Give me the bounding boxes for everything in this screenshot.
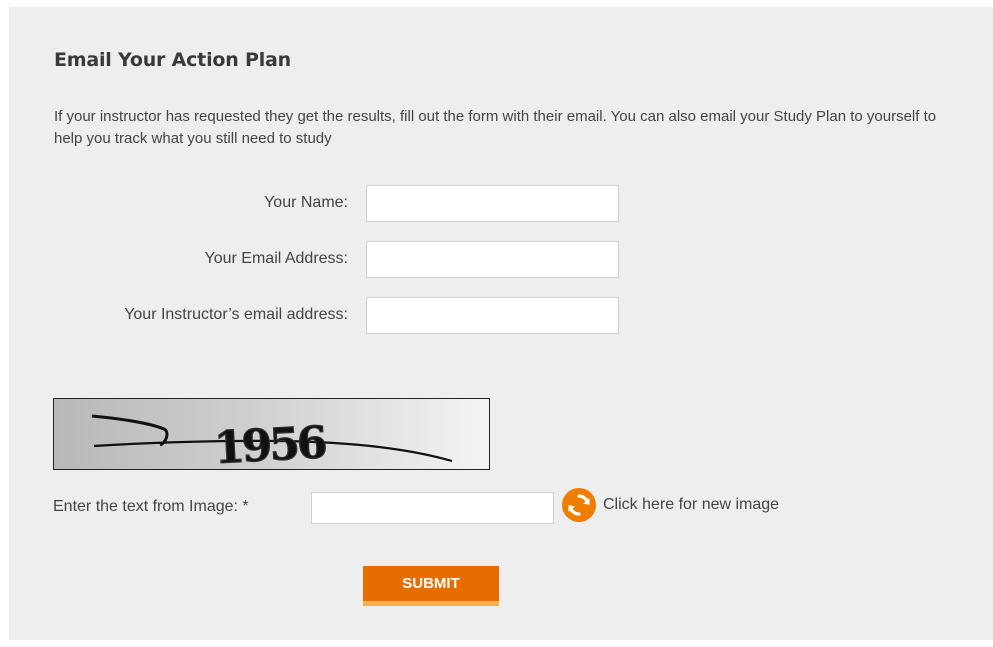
email-label: Your Email Address: [204, 250, 348, 267]
captcha-label: Enter the text from Image: * [53, 498, 249, 515]
email-input[interactable] [366, 241, 619, 278]
intro-text: If your instructor has requested they ge… [54, 108, 937, 147]
refresh-icon[interactable] [562, 488, 596, 522]
new-image-label[interactable]: Click here for new image [603, 496, 779, 514]
captcha-image: 1956 [53, 398, 490, 470]
instructor-email-label: Your Instructor’s email address: [124, 306, 348, 323]
submit-button[interactable]: SUBMIT [363, 566, 499, 606]
email-action-plan-panel: Email Your Action Plan If your instructo… [9, 7, 993, 640]
name-label: Your Name: [264, 194, 348, 211]
new-image-link[interactable]: Click here for new image [562, 488, 779, 522]
captcha-input[interactable] [311, 492, 554, 524]
instructor-email-input[interactable] [366, 297, 619, 334]
page-title: Email Your Action Plan [54, 49, 291, 71]
name-input[interactable] [366, 185, 619, 222]
captcha-text: 1956 [213, 417, 327, 469]
